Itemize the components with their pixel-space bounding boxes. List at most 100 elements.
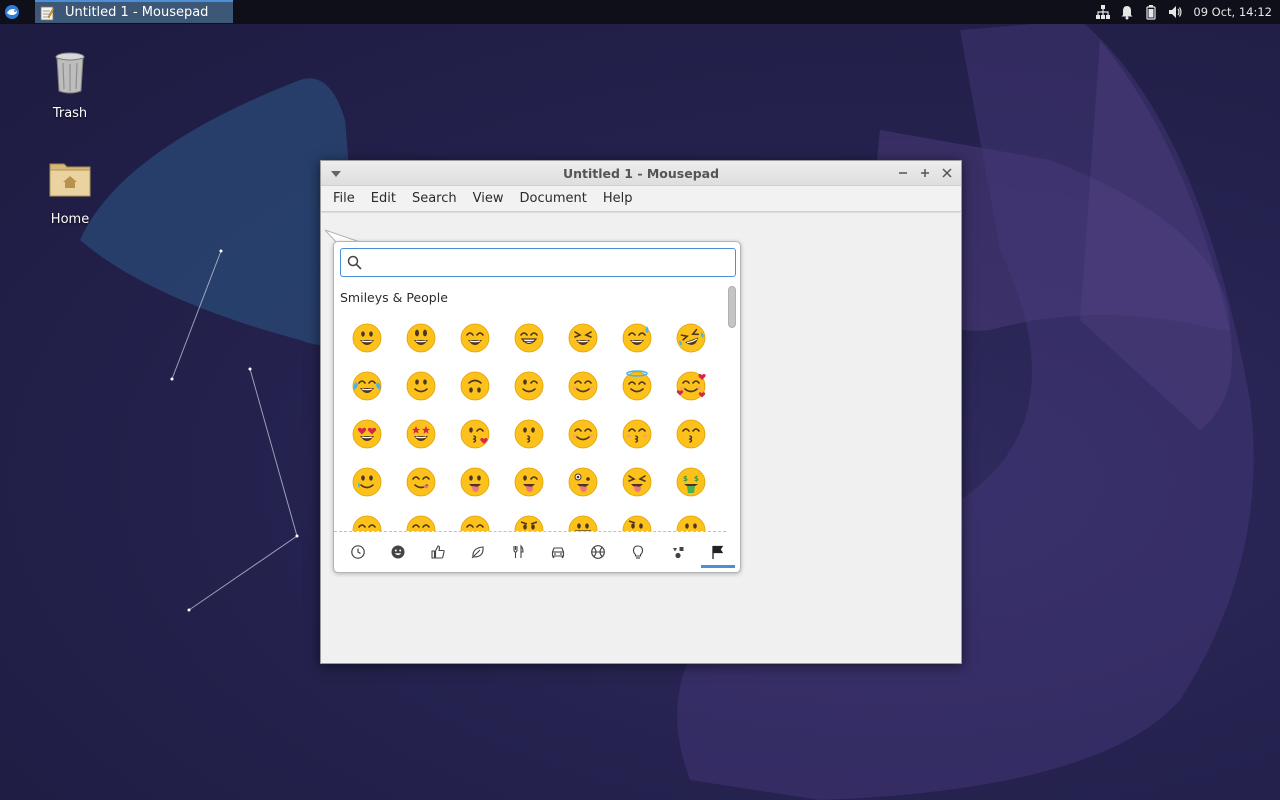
- emoji-kissing-face-closed-eyes[interactable]: [610, 410, 664, 458]
- volume-icon[interactable]: [1163, 0, 1187, 24]
- search-icon: [347, 255, 362, 270]
- emoji-squinting-face-tongue[interactable]: [610, 458, 664, 506]
- emoji-money-mouth-face[interactable]: $ $: [664, 458, 718, 506]
- winking-face-icon: [514, 371, 544, 401]
- menu-edit[interactable]: Edit: [363, 191, 404, 206]
- clock-icon: [351, 545, 365, 559]
- category-tab-travel[interactable]: [538, 536, 578, 568]
- face-partial-7-icon: [676, 515, 706, 531]
- emoji-zany-face[interactable]: [556, 458, 610, 506]
- category-tab-recent[interactable]: [338, 536, 378, 568]
- emoji-chooser-popover: Smileys & People $ $: [333, 241, 741, 573]
- grinning-face-icon: [352, 323, 382, 353]
- emoji-face-blowing-kiss[interactable]: [448, 410, 502, 458]
- emoji-grid-viewport: $ $: [334, 310, 726, 532]
- emoji-grinning-face[interactable]: [340, 314, 394, 362]
- symbols-icon: [673, 547, 684, 559]
- network-icon[interactable]: [1091, 0, 1115, 24]
- maximize-button[interactable]: [917, 165, 933, 181]
- emoji-face-partial-4[interactable]: [502, 506, 556, 531]
- emoji-category-bar: [338, 536, 738, 568]
- clock[interactable]: 09 Oct, 14:12: [1187, 5, 1280, 19]
- emoji-grinning-face-big-eyes[interactable]: [394, 314, 448, 362]
- winking-face-tongue-icon: [514, 467, 544, 497]
- emoji-beaming-face[interactable]: [502, 314, 556, 362]
- grinning-face-sweat-icon: [622, 323, 652, 353]
- emoji-grinning-face-smiling-eyes[interactable]: [448, 314, 502, 362]
- star-struck-icon: [406, 419, 436, 449]
- emoji-kissing-face[interactable]: [502, 410, 556, 458]
- emoji-smiling-face-tear[interactable]: [340, 458, 394, 506]
- emoji-scrollbar[interactable]: [728, 284, 736, 532]
- menu-view[interactable]: View: [465, 191, 512, 206]
- beaming-face-icon: [514, 323, 544, 353]
- emoji-face-savoring-food[interactable]: [394, 458, 448, 506]
- emoji-upside-down-face[interactable]: [448, 362, 502, 410]
- category-tab-food[interactable]: [498, 536, 538, 568]
- category-tab-flags[interactable]: [698, 536, 738, 568]
- emoji-winking-face-tongue[interactable]: [502, 458, 556, 506]
- close-button[interactable]: [939, 165, 955, 181]
- desktop-icon-home[interactable]: Home: [30, 154, 110, 227]
- grinning-face-smiling-eyes-icon: [460, 323, 490, 353]
- battery-icon[interactable]: [1139, 0, 1163, 24]
- category-tab-nature[interactable]: [458, 536, 498, 568]
- emoji-search-input[interactable]: [368, 255, 735, 270]
- emoji-search-field[interactable]: [340, 248, 736, 277]
- slightly-smiling-face-icon: [406, 371, 436, 401]
- emoji-winking-face[interactable]: [502, 362, 556, 410]
- emoji-face-partial-5[interactable]: [556, 506, 610, 531]
- emoji-face-partial-1[interactable]: [340, 506, 394, 531]
- emoji-face-with-tongue[interactable]: [448, 458, 502, 506]
- emoji-smiling-face-halo[interactable]: [610, 362, 664, 410]
- applications-menu-button[interactable]: [0, 0, 24, 24]
- emoji-face-partial-6[interactable]: [610, 506, 664, 531]
- emoji-smiling-face[interactable]: [556, 410, 610, 458]
- category-tab-body[interactable]: [418, 536, 458, 568]
- smiley-icon: [391, 545, 405, 559]
- emoji-face-partial-2[interactable]: [394, 506, 448, 531]
- emoji-face-partial-7[interactable]: [664, 506, 718, 531]
- rolling-on-floor-laughing-icon: [676, 323, 706, 353]
- emoji-face-partial-3[interactable]: [448, 506, 502, 531]
- notification-bell-icon[interactable]: [1115, 0, 1139, 24]
- emoji-grinning-face-sweat[interactable]: [610, 314, 664, 362]
- category-tab-objects[interactable]: [618, 536, 658, 568]
- grinning-squinting-face-icon: [568, 323, 598, 353]
- minimize-button[interactable]: [895, 165, 911, 181]
- emoji-face-with-tears-of-joy[interactable]: [340, 362, 394, 410]
- menu-search[interactable]: Search: [404, 191, 465, 206]
- emoji-kissing-face-smiling-eyes[interactable]: [664, 410, 718, 458]
- menu-help[interactable]: Help: [595, 191, 641, 206]
- window-titlebar[interactable]: Untitled 1 - Mousepad: [321, 161, 961, 186]
- car-icon: [551, 547, 565, 558]
- emoji-heart-eyes[interactable]: [340, 410, 394, 458]
- upside-down-face-icon: [460, 371, 490, 401]
- face-with-tears-of-joy-icon: [352, 371, 382, 401]
- svg-text:$: $: [683, 475, 688, 483]
- taskbar-item-label: Untitled 1 - Mousepad: [65, 5, 209, 20]
- text-editor-icon: [40, 6, 55, 20]
- emoji-slightly-smiling-face[interactable]: [394, 362, 448, 410]
- kissing-face-icon: [514, 419, 544, 449]
- heart-eyes-icon: [352, 419, 382, 449]
- money-mouth-face-icon: $ $: [676, 467, 706, 497]
- menu-file[interactable]: File: [325, 191, 363, 206]
- bulb-icon: [632, 545, 644, 559]
- category-tab-activities[interactable]: [578, 536, 618, 568]
- category-tab-symbols[interactable]: [658, 536, 698, 568]
- taskbar-item-mousepad[interactable]: Untitled 1 - Mousepad: [35, 0, 233, 23]
- xfce-mouse-icon: [5, 5, 19, 19]
- emoji-star-struck[interactable]: [394, 410, 448, 458]
- emoji-section-title: Smileys & People: [340, 290, 448, 305]
- emoji-grinning-squinting-face[interactable]: [556, 314, 610, 362]
- desktop-icon-trash[interactable]: Trash: [30, 48, 110, 121]
- scrollbar-thumb[interactable]: [728, 286, 736, 328]
- close-icon: [942, 168, 952, 178]
- emoji-smiling-face-smiling-eyes[interactable]: [556, 362, 610, 410]
- category-tab-smileys[interactable]: [378, 536, 418, 568]
- kissing-face-closed-eyes-icon: [622, 419, 652, 449]
- emoji-rolling-on-floor-laughing[interactable]: [664, 314, 718, 362]
- emoji-smiling-face-hearts[interactable]: [664, 362, 718, 410]
- menu-document[interactable]: Document: [511, 191, 594, 206]
